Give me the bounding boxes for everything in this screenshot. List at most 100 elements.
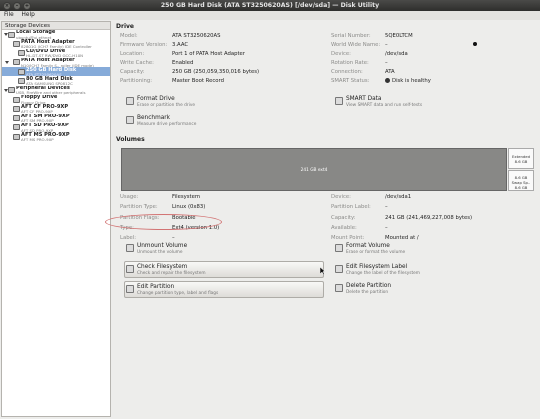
sidebar-item-5[interactable]: 80 GB Hard Disk ATA SAMSUNG SP0812C [2,76,110,86]
property-value: 241 GB (241,469,227,008 bytes) [385,214,473,221]
close-icon[interactable]: × [3,1,11,10]
drive-heading: Drive [116,23,134,30]
property-value: Disk is healthy [392,77,431,84]
property-value: Filesystem [172,194,201,200]
storage-devices-sidebar: Storage Devices Local Storage ubuntu@ui.e… [1,21,111,417]
volume-main-ext4[interactable]: 241 GB ext4 [121,148,507,191]
property-value: Master Boot Record [172,77,224,84]
edit-partition-button[interactable]: Edit Partition Change partition type, la… [124,281,324,298]
card-reader-icon [13,105,20,112]
sidebar-item-3[interactable]: PATA Host Adapter N10/ICH7 Family S.. rol… [2,58,110,67]
edit-label-icon [335,265,343,273]
property-row: Available: – [331,225,388,231]
controller-icon [13,40,20,47]
minimize-icon[interactable]: – [13,1,21,10]
property-value: – [385,59,388,66]
property-value: /dev/sda1 [385,194,412,200]
sidebar-item-8[interactable]: AFT CF PRO-9XP AFT CF PRO-9XP [2,104,110,114]
peripheral-icon [8,87,15,94]
benchmark-icon [126,116,134,124]
unmount-volume-button[interactable]: Unmount Volume Unmount the volume [125,242,315,256]
property-value: – [172,235,175,242]
sidebar-item-10[interactable]: AFT SD PRO-9XP AFT SD PRO-9XP [2,123,110,132]
volumes-heading: Volumes [116,136,145,143]
property-value: Linux (0x83) [172,204,206,211]
expander-arrow-icon[interactable] [5,60,9,64]
property-key: Serial Number: [331,33,371,39]
format-volume-desc: Erase or format the volume [346,249,406,255]
property-row: Device: /dev/sda1 [331,194,411,200]
window-title: 250 GB Hard Disk (ATA ST3250620AS) [/dev… [160,2,380,9]
property-row: Write Cache: Enabled [120,60,193,66]
property-row: World Wide Name: – [331,42,388,48]
check-filesystem-desc: Check and repair the filesystem [137,271,206,276]
volume-swap[interactable]: 8.6 GB Swap Sp.. 8.6 GB [508,170,534,191]
delete-partition-button[interactable]: Delete Partition Delete the partition [334,282,524,296]
maximize-icon[interactable]: + [23,1,31,10]
sidebar-item-0[interactable]: Local Storage ubuntu@ui.ethnet [2,30,110,39]
property-key: Device: [331,194,351,200]
property-key: SMART Status: [331,77,370,84]
edit-filesystem-label-label: Edit Filesystem Label [346,264,408,270]
edit-filesystem-label-desc: Change the label of the filesystem [346,270,420,276]
property-value: Mounted at / [385,235,419,242]
property-value: – [385,224,388,231]
property-key: Firmware Version: [120,41,168,48]
edit-filesystem-label-button[interactable]: Edit Filesystem Label Change the label o… [334,263,524,277]
property-row: Firmware Version: 3.AAC [120,42,188,48]
check-filesystem-button[interactable]: Check Filesystem Check and repair the fi… [124,261,325,278]
sidebar-item-7[interactable]: Floppy Drive Floppy Drive [2,95,110,104]
menu-help[interactable]: Help [22,12,35,18]
property-value: – [385,41,388,48]
smart-data-icon [335,97,343,105]
property-row: Connection: ATA [331,69,395,75]
property-row: Capacity: 241 GB (241,469,227,008 bytes) [331,215,472,221]
card-reader-icon [13,115,20,122]
property-value: ATA ST3250620AS [172,33,221,39]
hard-disk-icon [18,77,25,84]
benchmark-button[interactable]: Benchmark Measure drive performance [125,114,315,128]
sidebar-header: Storage Devices [2,22,110,30]
property-key: Write Cache: [120,59,154,66]
sidebar-item-9[interactable]: AFT SM PRO-9XP AFT SM PRO-9XP [2,114,110,123]
mouse-cursor-icon [320,267,325,275]
property-key: Mount Point: [331,235,365,242]
title-bar[interactable]: × – + 250 GB Hard Disk (ATA ST3250620AS)… [0,0,540,11]
smart-data-button[interactable]: SMART Data View SMART data and run self-… [334,95,524,109]
menu-file[interactable]: File [4,12,14,18]
property-value: ATA [385,68,395,75]
smart-data-desc: View SMART data and run self-tests [346,102,423,108]
property-value: Enabled [172,59,194,66]
check-filesystem-label: Check Filesystem [137,264,188,270]
type-highlight-circle [105,214,222,230]
health-ok-icon [385,77,390,83]
volume-extended[interactable]: Extended 8.6 GB [508,148,534,169]
card-reader-icon [13,133,20,140]
device-tree: Local Storage ubuntu@ui.ethnet PATA Host A… [2,30,110,142]
format-volume-icon [335,244,343,252]
smart-data-label: SMART Data [346,96,382,102]
edit-partition-label: Edit Partition [137,284,175,290]
property-key: Model: [120,33,138,39]
property-row: Serial Number: 5QE0LTCM [331,33,413,39]
format-volume-button[interactable]: Format Volume Erase or format the volume [334,242,524,256]
property-key: Available: [331,224,357,231]
edit-partition-desc: Change partition type, label and flags [137,291,219,296]
controller-icon [13,59,20,66]
volume-bar: 241 GB ext4 Extended 8.6 GB 8.6 GB Swap … [121,148,534,191]
property-key: Capacity: [331,214,356,221]
floppy-icon [13,96,20,103]
sidebar-item-1[interactable]: PATA Host Adapter 82801G (ICH7 Family) ID… [2,39,110,48]
unmount-desc: Unmount the volume [137,249,183,255]
sidebar-item-6[interactable]: Peripheral Devices USB, FireWire and othe… [2,86,110,95]
property-row: Model: ATA ST3250620AS [120,33,221,39]
sidebar-item-2[interactable]: CD/DVD Drive HL-DT-ST RW/DVD GCC-H10N [2,49,110,58]
sidebar-item-4[interactable]: 250 GB Hard Disk ATA ST3250620AS [2,67,110,77]
card-reader-icon [13,124,20,131]
format-drive-button[interactable]: Format Drive Erase or partition the driv… [125,95,315,109]
sidebar-item-subtitle: AFT MS PRO-9XP [21,136,54,142]
property-value: 250 GB (250,059,350,016 bytes) [172,68,260,75]
property-row: Usage: Filesystem [120,194,200,200]
property-row: Capacity: 250 GB (250,059,350,016 bytes) [120,69,259,75]
sidebar-item-11[interactable]: AFT MS PRO-9XP AFT MS PRO-9XP [2,132,110,141]
